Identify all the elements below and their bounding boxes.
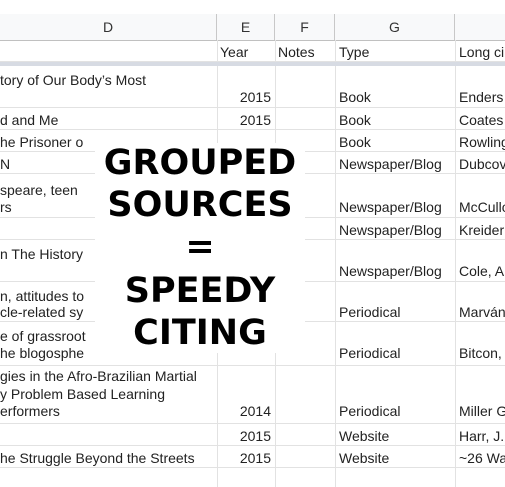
column-letter-d[interactable]: D — [0, 14, 217, 40]
cell-type[interactable]: Periodical — [339, 344, 454, 362]
header-year[interactable]: Year — [220, 43, 274, 61]
cell-type[interactable]: Book — [339, 133, 454, 151]
overlay-line-grouped: GROUPED — [103, 143, 297, 183]
column-header-bar: D E F G — [0, 14, 505, 41]
cell-type[interactable]: Website — [339, 427, 454, 445]
cell-year[interactable]: 2014 — [217, 402, 271, 420]
table-row — [0, 468, 505, 487]
cell-citation[interactable]: Dubcov — [459, 155, 505, 173]
cell-type[interactable]: Book — [339, 111, 454, 129]
header-type[interactable]: Type — [339, 43, 454, 61]
cell-citation[interactable]: Marván — [459, 303, 505, 321]
cell-type[interactable]: Newspaper/Blog — [339, 198, 454, 216]
column-letter-f[interactable]: F — [275, 14, 335, 40]
column-letter-g[interactable]: G — [335, 14, 455, 40]
cell-citation[interactable]: Bitcon, — [459, 344, 505, 362]
overlay-line-citing: CITING — [133, 313, 267, 353]
cell-title-line3[interactable]: erformers — [0, 402, 215, 420]
cell-citation[interactable]: Rowling — [459, 133, 505, 151]
cell-type[interactable]: Website — [339, 449, 454, 467]
cell-citation[interactable]: Coates — [459, 111, 505, 129]
cell-title[interactable]: gies in the Afro-Brazilian Martial — [0, 367, 215, 385]
cell-type[interactable]: Newspaper/Blog — [339, 221, 454, 239]
cell-citation[interactable]: Enders — [459, 88, 505, 106]
cell-type[interactable]: Periodical — [339, 303, 454, 321]
cell-citation[interactable]: Kreider — [459, 221, 505, 239]
cell-title[interactable]: he Struggle Beyond the Streets — [0, 449, 215, 467]
header-notes[interactable]: Notes — [278, 43, 334, 61]
cell-title[interactable]: tory of Our Body’s Most — [0, 71, 215, 89]
cell-citation[interactable]: Cole, A — [459, 262, 505, 280]
cell-title-line2[interactable]: y Problem Based Learning — [0, 385, 215, 403]
cell-type[interactable]: Book — [339, 88, 454, 106]
cell-type[interactable]: Newspaper/Blog — [339, 155, 454, 173]
column-letter-h[interactable] — [455, 14, 505, 40]
caption-overlay: GROUPED SOURCES = SPEEDY CITING — [95, 143, 305, 353]
cell-year[interactable]: 2015 — [217, 111, 271, 129]
cell-title[interactable]: d and Me — [0, 111, 215, 129]
cell-type[interactable]: Newspaper/Blog — [339, 262, 454, 280]
header-long-citation[interactable]: Long ci — [459, 43, 505, 61]
cell-year[interactable]: 2015 — [217, 427, 271, 445]
cell-citation[interactable]: Miller G — [459, 402, 505, 420]
cell-year[interactable]: 2015 — [217, 88, 271, 106]
cell-citation[interactable]: ~26 Wa — [459, 449, 505, 467]
overlay-line-speedy: SPEEDY — [124, 271, 276, 311]
cell-type[interactable]: Periodical — [339, 402, 454, 420]
overlay-line-sources: SOURCES — [107, 185, 293, 225]
column-letter-e[interactable]: E — [217, 14, 275, 40]
cell-citation[interactable]: McCullo — [459, 198, 505, 216]
overlay-line-equals: = — [185, 227, 215, 267]
cell-citation[interactable]: Harr, J. — [459, 427, 505, 445]
cell-year[interactable]: 2015 — [217, 449, 271, 467]
